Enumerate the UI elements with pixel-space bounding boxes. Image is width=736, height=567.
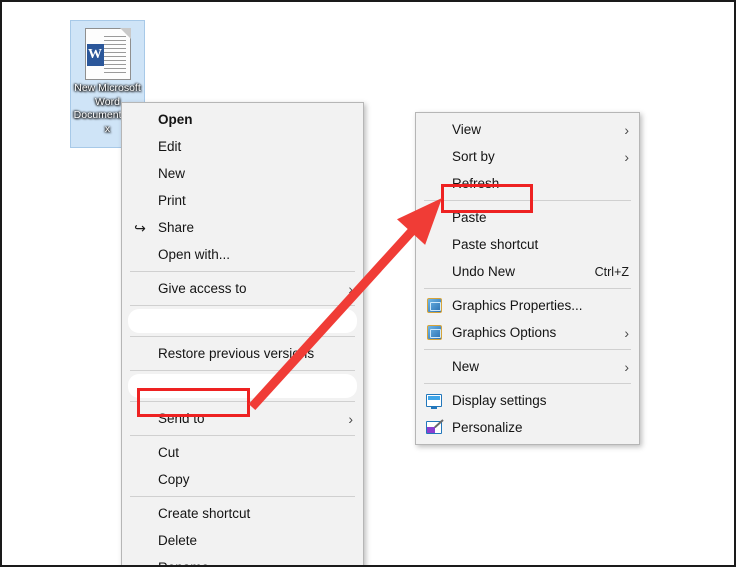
menu-item-open[interactable]: Open <box>122 106 363 133</box>
menu-item-rename[interactable]: Rename <box>122 554 363 565</box>
personalize-icon <box>424 418 444 438</box>
menu-item-sort-by[interactable]: Sort by › <box>416 143 639 170</box>
menu-item-label: Copy <box>158 472 190 487</box>
monitor-brush-glyph <box>426 421 442 434</box>
menu-separator <box>130 496 355 497</box>
word-document-icon: W <box>84 28 131 80</box>
menu-item-label: Create shortcut <box>158 506 251 521</box>
menu-separator <box>130 271 355 272</box>
share-glyph: ↪ <box>134 219 146 236</box>
menu-item-share[interactable]: ↪ Share <box>122 214 363 241</box>
word-logo-badge: W <box>86 44 104 66</box>
menu-item-shortcut: Ctrl+Z <box>594 264 629 279</box>
graphics-icon <box>424 323 444 343</box>
menu-separator <box>424 349 631 350</box>
menu-separator <box>130 435 355 436</box>
menu-item-label: Refresh <box>452 176 500 191</box>
menu-item-give-access-to[interactable]: Give access to › <box>122 275 363 302</box>
menu-separator <box>424 288 631 289</box>
share-icon: ↪ <box>130 218 150 238</box>
desktop-context-menu[interactable]: View › Sort by › Refresh Paste Paste shortcut U… <box>415 112 640 445</box>
graphics-icon <box>424 296 444 316</box>
file-context-menu[interactable]: Open Edit New Print ↪ Share Open with... Give a… <box>121 102 364 565</box>
menu-item-label: Paste <box>452 210 487 225</box>
menu-item-label: Personalize <box>452 420 523 435</box>
menu-item-refresh[interactable]: Refresh <box>416 170 639 197</box>
menu-separator <box>424 383 631 384</box>
chevron-right-icon: › <box>348 410 353 427</box>
menu-item-paste-shortcut[interactable]: Paste shortcut <box>416 231 639 258</box>
menu-item-label: Open <box>158 112 193 127</box>
menu-item-paste[interactable]: Paste <box>416 204 639 231</box>
menu-item-copy[interactable]: Copy <box>122 466 363 493</box>
menu-item-print[interactable]: Print <box>122 187 363 214</box>
display-icon <box>424 391 444 411</box>
menu-item-label: Delete <box>158 533 198 548</box>
menu-item-edit[interactable]: Edit <box>122 133 363 160</box>
menu-separator <box>130 305 355 306</box>
menu-item-label: Share <box>158 220 195 235</box>
screenshot-canvas: W New Microsoft Word Document.docx Open E… <box>0 0 736 567</box>
menu-item-view[interactable]: View › <box>416 116 639 143</box>
menu-item-label: Cut <box>158 445 180 460</box>
menu-item-label: Restore previous versions <box>158 346 315 361</box>
menu-item-label: New <box>158 166 186 181</box>
menu-item-label: New <box>452 359 480 374</box>
graphics-glyph <box>426 325 442 340</box>
menu-separator <box>424 200 631 201</box>
menu-separator <box>130 370 355 371</box>
menu-item-label: Sort by <box>452 149 495 164</box>
menu-item-create-shortcut[interactable]: Create shortcut <box>122 500 363 527</box>
menu-item-open-with[interactable]: Open with... <box>122 241 363 268</box>
document-text-lines <box>103 36 126 76</box>
menu-item-graphics-options[interactable]: Graphics Options › <box>416 319 639 346</box>
chevron-right-icon: › <box>624 324 629 341</box>
menu-item-label: Send to <box>158 411 205 426</box>
menu-item-label: Give access to <box>158 281 247 296</box>
menu-item-undo-new[interactable]: Undo New Ctrl+Z <box>416 258 639 285</box>
chevron-right-icon: › <box>624 148 629 165</box>
menu-item-label: Display settings <box>452 393 547 408</box>
menu-item-label: Graphics Options <box>452 325 557 340</box>
menu-item-label: Rename <box>130 560 353 565</box>
chevron-right-icon: › <box>348 280 353 297</box>
chevron-right-icon: › <box>624 358 629 375</box>
menu-item-new[interactable]: New <box>122 160 363 187</box>
menu-item-display-settings[interactable]: Display settings <box>416 387 639 414</box>
menu-item-label: Open with... <box>158 247 231 262</box>
graphics-glyph <box>426 298 442 313</box>
monitor-glyph <box>426 394 442 409</box>
redacted-menu-item <box>128 374 357 398</box>
menu-separator <box>130 336 355 337</box>
menu-item-label: View <box>452 122 482 137</box>
menu-item-new[interactable]: New › <box>416 353 639 380</box>
menu-item-restore-previous-versions[interactable]: Restore previous versions <box>122 340 363 367</box>
menu-item-delete[interactable]: Delete <box>122 527 363 554</box>
menu-item-label: Print <box>158 193 186 208</box>
menu-item-label: Paste shortcut <box>452 237 539 252</box>
chevron-right-icon: › <box>624 121 629 138</box>
redacted-menu-item <box>128 309 357 333</box>
menu-item-send-to[interactable]: Send to › <box>122 405 363 432</box>
menu-item-label: Edit <box>158 139 182 154</box>
menu-item-label: Undo New <box>452 264 516 279</box>
menu-item-cut[interactable]: Cut <box>122 439 363 466</box>
menu-item-label: Graphics Properties... <box>452 298 583 313</box>
menu-item-graphics-properties[interactable]: Graphics Properties... <box>416 292 639 319</box>
menu-separator <box>130 401 355 402</box>
menu-item-personalize[interactable]: Personalize <box>416 414 639 441</box>
